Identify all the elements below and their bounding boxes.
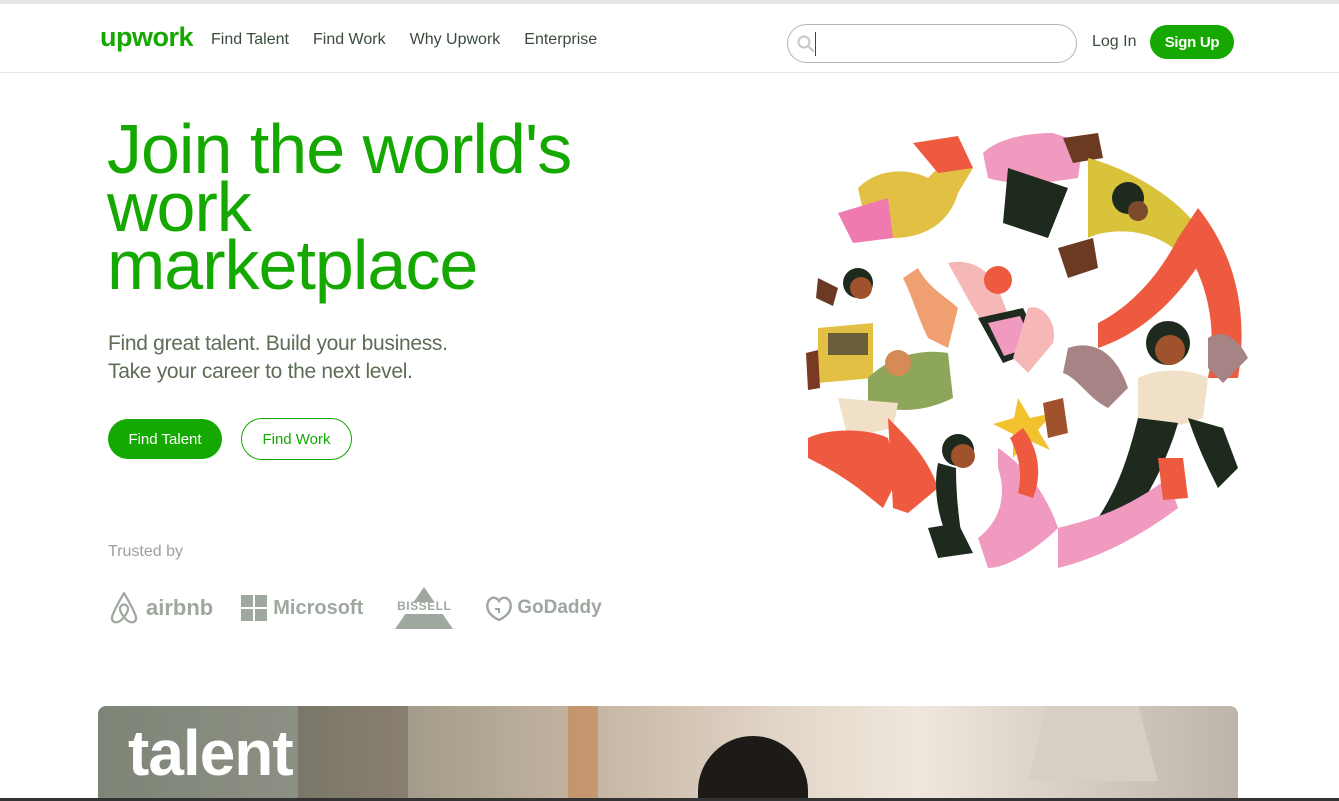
trusted-by-label: Trusted by <box>108 543 183 560</box>
godaddy-logo: GoDaddy <box>485 595 602 621</box>
microsoft-logo: Microsoft <box>241 595 363 621</box>
red-leg-2 <box>888 418 938 513</box>
hand-left <box>816 278 838 306</box>
microsoft-wordmark: Microsoft <box>273 596 364 619</box>
hero-subtitle-line-2: Take your career to the next level. <box>108 360 413 383</box>
hero-title: Join the world's work marketplace <box>107 114 747 304</box>
godaddy-wordmark: GoDaddy <box>517 597 602 618</box>
airbnb-wordmark: airbnb <box>146 595 214 620</box>
face-braid <box>951 444 975 468</box>
face-top-right <box>1128 201 1148 221</box>
search-box[interactable] <box>787 24 1077 63</box>
raised-arm <box>903 268 958 348</box>
dark-pants-right <box>1188 418 1238 488</box>
laptop-hand <box>806 350 820 390</box>
login-link[interactable]: Log In <box>1092 33 1136 51</box>
red-ball <box>984 266 1012 294</box>
shoe-left <box>928 523 973 558</box>
search-icon <box>797 35 815 53</box>
high-five-hand <box>1043 398 1068 438</box>
red-shoe <box>1158 458 1188 500</box>
laptop-keyboard <box>828 333 868 355</box>
face-right <box>1155 335 1185 365</box>
microsoft-icon <box>241 595 268 621</box>
bissell-logo: BISSELL <box>391 585 458 631</box>
mauve-leg-1 <box>1063 345 1128 408</box>
nav-why-upwork[interactable]: Why Upwork <box>410 31 501 49</box>
site-header: upwork Find Talent Find Work Why Upwork … <box>0 4 1339 73</box>
signup-button[interactable]: Sign Up <box>1150 25 1234 59</box>
hero-subtitle-line-1: Find great talent. Build your business. <box>108 332 448 355</box>
upwork-logo[interactable]: upwork <box>100 22 194 53</box>
talent-photo-card[interactable]: talent <box>98 706 1238 801</box>
hand-shape-2 <box>1058 238 1098 278</box>
talent-heading: talent <box>128 717 294 789</box>
nav-find-talent[interactable]: Find Talent <box>211 31 289 49</box>
airbnb-logo: airbnb <box>108 590 213 626</box>
red-sleeve-shape <box>913 136 973 173</box>
face-left <box>850 277 872 299</box>
face-center <box>885 350 911 376</box>
bissell-wordmark: BISSELL <box>397 599 452 613</box>
pink-skirt-shape <box>838 198 893 243</box>
people-collaboration-illustration <box>806 133 1248 568</box>
godaddy-icon <box>486 596 513 621</box>
pink-pants <box>978 448 1058 568</box>
nav-find-work[interactable]: Find Work <box>313 31 386 49</box>
hero-subtitle: Find great talent. Build your business. … <box>108 330 448 386</box>
photo-door-frame <box>568 706 598 801</box>
trusted-brands: airbnb Microsoft BISSELL GoDaddy <box>108 585 602 631</box>
main-nav: Find Talent Find Work Why Upwork Enterpr… <box>211 31 597 49</box>
photo-lamp-shade <box>1028 706 1158 781</box>
red-legs <box>808 430 898 508</box>
hero-title-line-3: marketplace <box>107 226 478 304</box>
airbnb-icon <box>110 591 138 624</box>
find-talent-button[interactable]: Find Talent <box>108 419 222 459</box>
photo-person-hair <box>698 736 808 801</box>
photo-shadow-block <box>298 706 408 801</box>
find-work-button[interactable]: Find Work <box>241 418 352 460</box>
search-input[interactable] <box>815 32 1065 56</box>
nav-enterprise[interactable]: Enterprise <box>524 31 597 49</box>
white-shirt-right <box>1138 370 1208 426</box>
